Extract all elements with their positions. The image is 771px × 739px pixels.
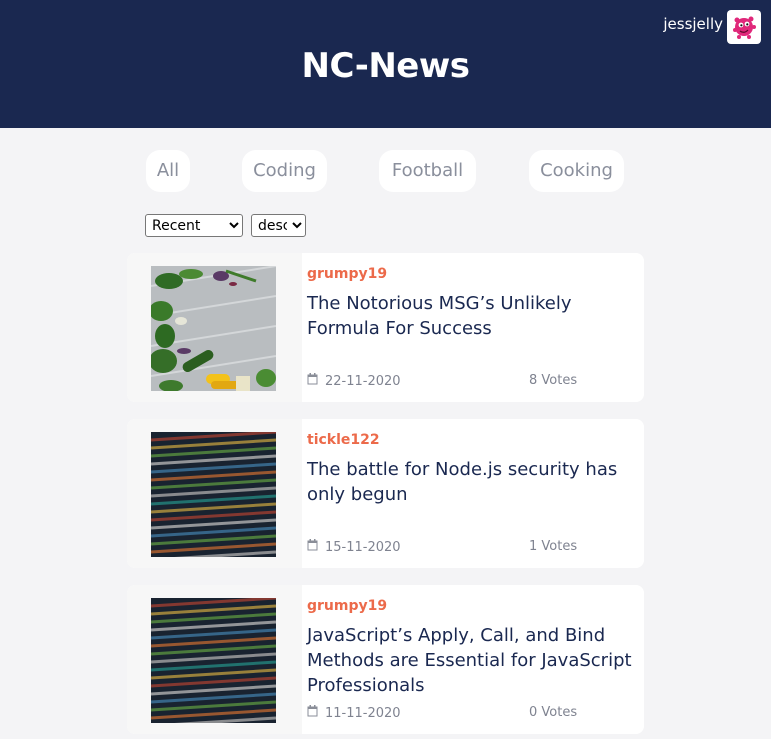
order-select[interactable]: desc bbox=[251, 214, 306, 237]
calendar-icon bbox=[307, 373, 318, 389]
sort-by-select[interactable]: Recent bbox=[145, 214, 243, 237]
site-title[interactable]: NC-News bbox=[0, 46, 771, 86]
pink-creature-avatar-icon bbox=[733, 16, 756, 39]
article-title[interactable]: The battle for Node.js security has only… bbox=[307, 457, 637, 507]
topic-nav: All Coding Football Cooking bbox=[0, 150, 771, 192]
article-card[interactable]: grumpy19 The Notorious MSG’s Unlikely Fo… bbox=[127, 253, 644, 402]
calendar-icon bbox=[307, 705, 318, 721]
article-date-text: 22-11-2020 bbox=[325, 373, 401, 389]
article-title[interactable]: The Notorious MSG’s Unlikely Formula For… bbox=[307, 291, 637, 341]
article-card[interactable]: tickle122 The battle for Node.js securit… bbox=[127, 419, 644, 568]
code-screen-image[interactable] bbox=[151, 598, 276, 723]
article-title[interactable]: JavaScript’s Apply, Call, and Bind Metho… bbox=[307, 623, 637, 698]
article-date: 22-11-2020 bbox=[307, 373, 401, 389]
user-menu[interactable]: jessjelly bbox=[663, 10, 761, 44]
article-votes: 1 Votes bbox=[529, 539, 578, 554]
article-date: 11-11-2020 bbox=[307, 705, 401, 721]
sort-controls: Recent desc bbox=[145, 214, 306, 237]
username[interactable]: jessjelly bbox=[663, 15, 723, 33]
article-author[interactable]: grumpy19 bbox=[307, 266, 387, 282]
article-thumbnail-frame bbox=[127, 253, 302, 402]
article-thumbnail-frame bbox=[127, 419, 302, 568]
topic-cooking[interactable]: Cooking bbox=[529, 150, 624, 192]
site-header: NC-News jessjelly bbox=[0, 0, 771, 128]
article-votes: 0 Votes bbox=[529, 705, 578, 720]
article-thumbnail-frame bbox=[127, 585, 302, 734]
code-screen-image[interactable] bbox=[151, 432, 276, 557]
article-card[interactable]: grumpy19 JavaScript’s Apply, Call, and B… bbox=[127, 585, 644, 734]
vegetables-on-table-image[interactable] bbox=[151, 266, 276, 391]
article-date-text: 11-11-2020 bbox=[325, 705, 401, 721]
avatar[interactable] bbox=[727, 10, 761, 44]
article-author[interactable]: grumpy19 bbox=[307, 598, 387, 614]
topic-football[interactable]: Football bbox=[379, 150, 476, 192]
calendar-icon bbox=[307, 539, 318, 555]
article-date-text: 15-11-2020 bbox=[325, 539, 401, 555]
article-date: 15-11-2020 bbox=[307, 539, 401, 555]
topic-all[interactable]: All bbox=[146, 150, 190, 192]
article-author[interactable]: tickle122 bbox=[307, 432, 380, 448]
article-votes: 8 Votes bbox=[529, 373, 578, 388]
topic-coding[interactable]: Coding bbox=[242, 150, 327, 192]
